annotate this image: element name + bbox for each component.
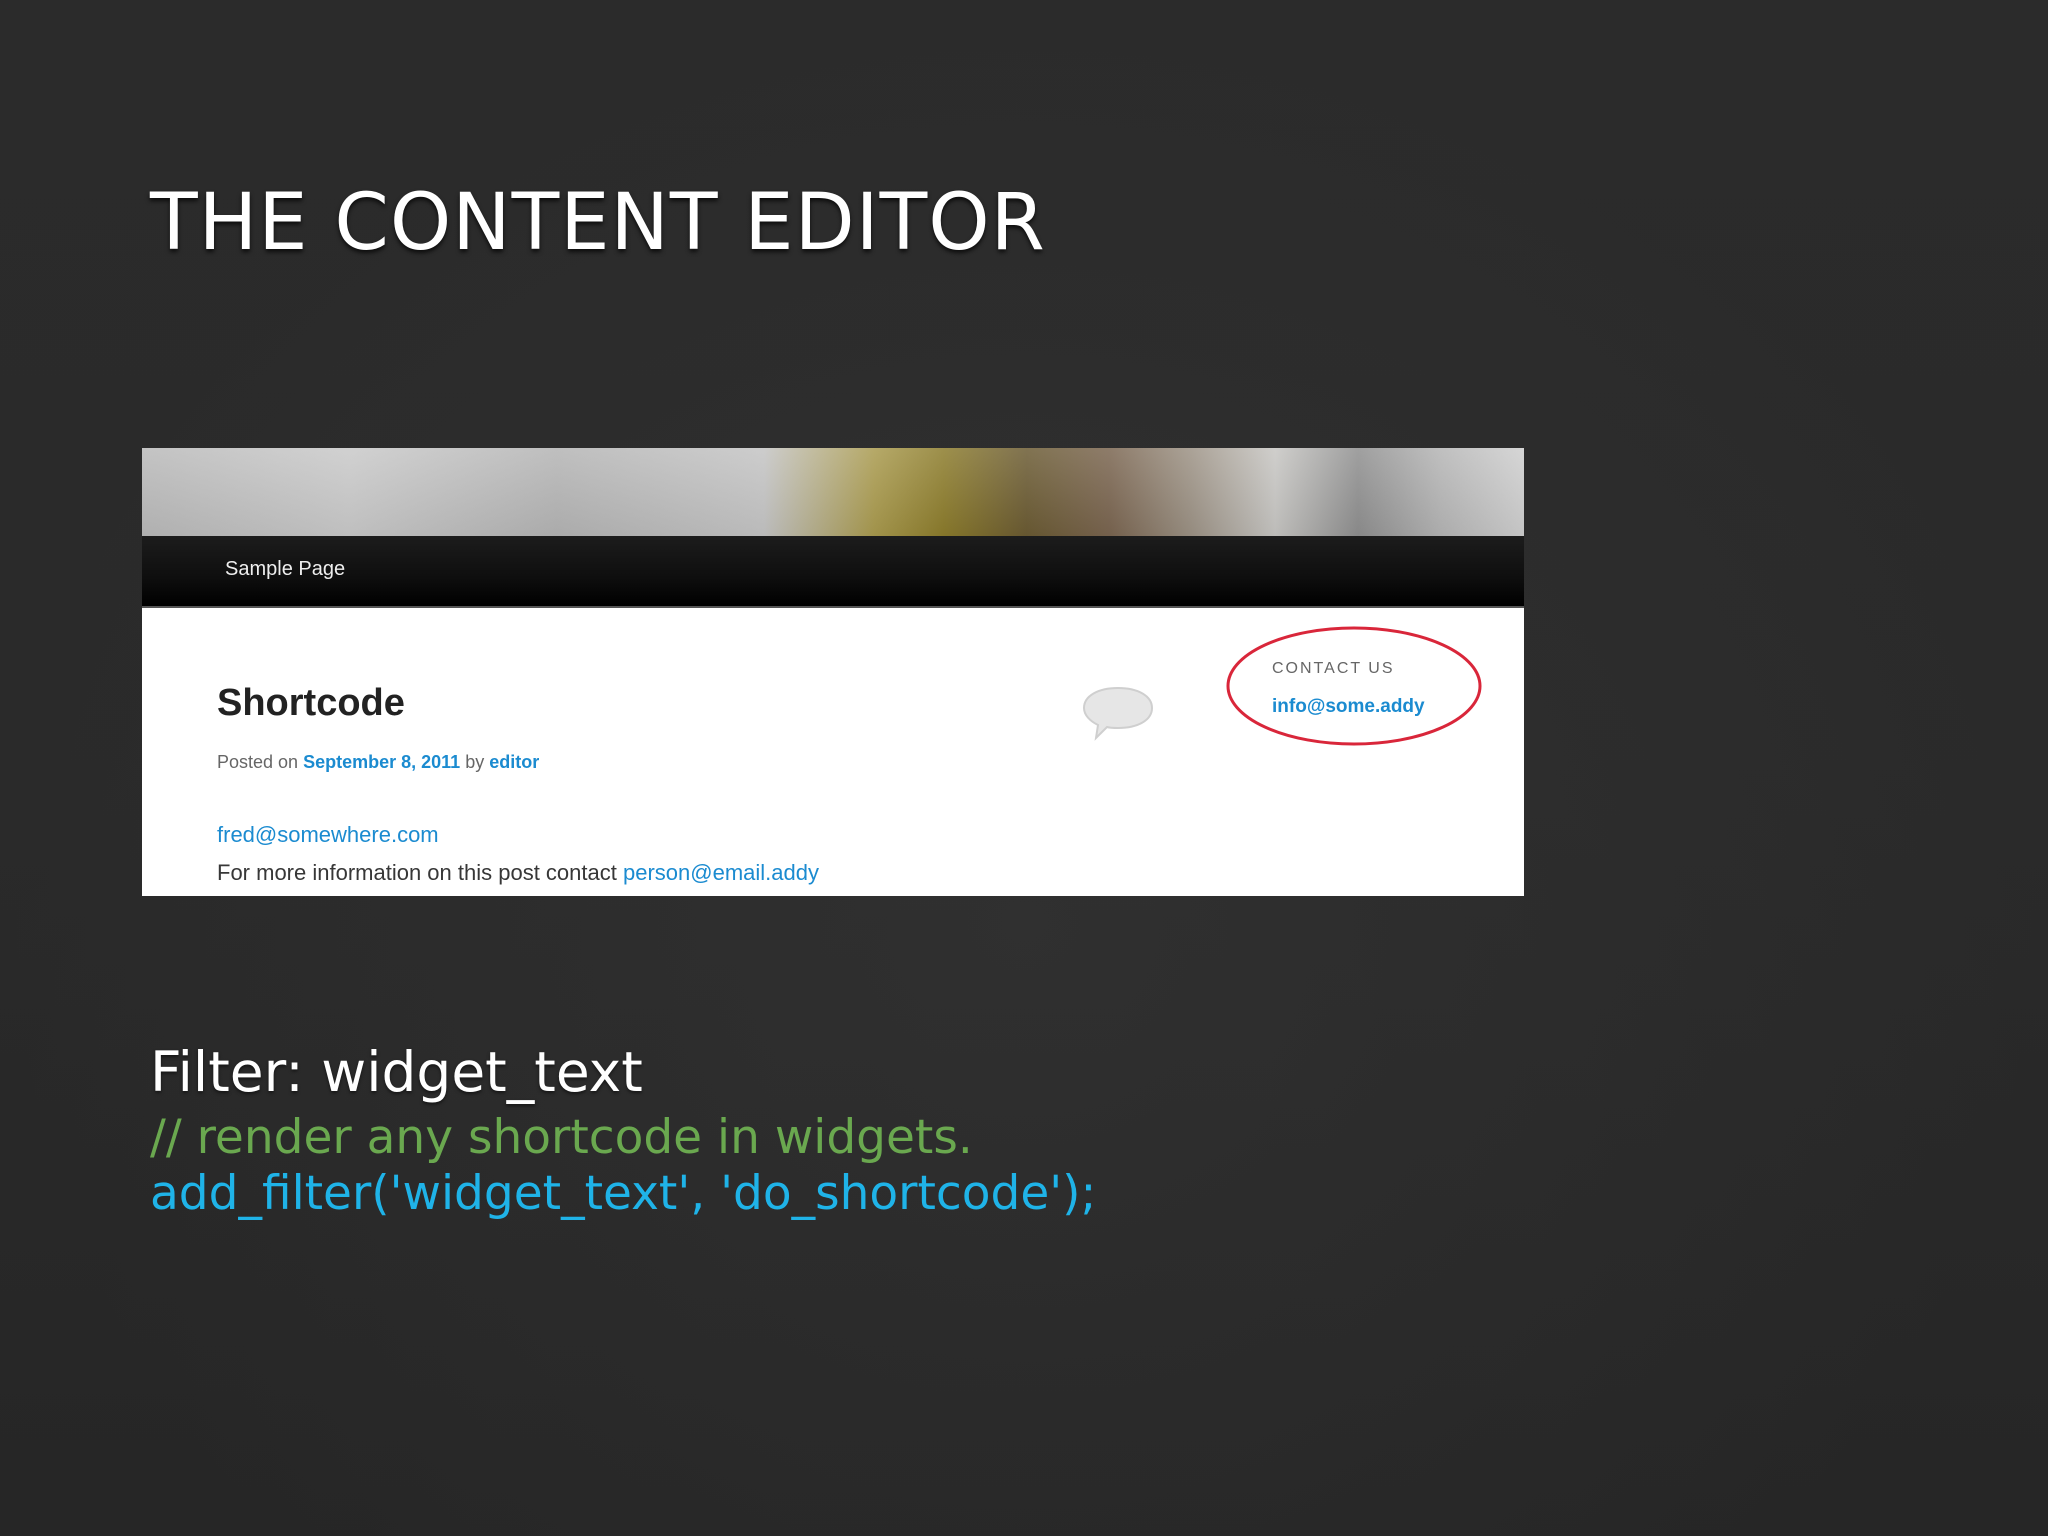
post-title[interactable]: Shortcode — [217, 682, 405, 725]
post-author-link[interactable]: editor — [489, 752, 539, 772]
nav-item-sample-page[interactable]: Sample Page — [225, 558, 345, 581]
website-screenshot: Sample Page Shortcode Posted on Septembe… — [142, 448, 1524, 896]
contact-widget: CONTACT US info@some.addy — [1224, 624, 1484, 748]
contact-widget-heading: CONTACT US — [1272, 660, 1395, 677]
by-label: by — [465, 752, 485, 772]
filter-label: Filter: widget_text — [150, 1040, 643, 1104]
posted-on-label: Posted on — [217, 752, 299, 772]
entry-info-line: For more information on this post contac… — [217, 860, 819, 886]
highlight-circle — [1226, 626, 1482, 746]
post-date-link[interactable]: September 8, 2011 — [303, 752, 460, 772]
slide-title: THE CONTENT EDITOR — [150, 178, 1046, 268]
comment-bubble-icon[interactable] — [1082, 684, 1154, 742]
contact-widget-email-link[interactable]: info@some.addy — [1272, 696, 1425, 718]
entry-email-link[interactable]: fred@somewhere.com — [217, 822, 439, 848]
code-comment: // render any shortcode in widgets. — [150, 1110, 973, 1165]
entry-info-email-link[interactable]: person@email.addy — [623, 860, 819, 885]
main-nav: Sample Page — [142, 536, 1524, 608]
entry-info-text: For more information on this post contac… — [217, 860, 617, 885]
post-meta: Posted on September 8, 2011 by editor — [217, 752, 539, 773]
header-image — [142, 448, 1524, 536]
code-snippet: add_filter('widget_text', 'do_shortcode'… — [150, 1166, 1097, 1221]
